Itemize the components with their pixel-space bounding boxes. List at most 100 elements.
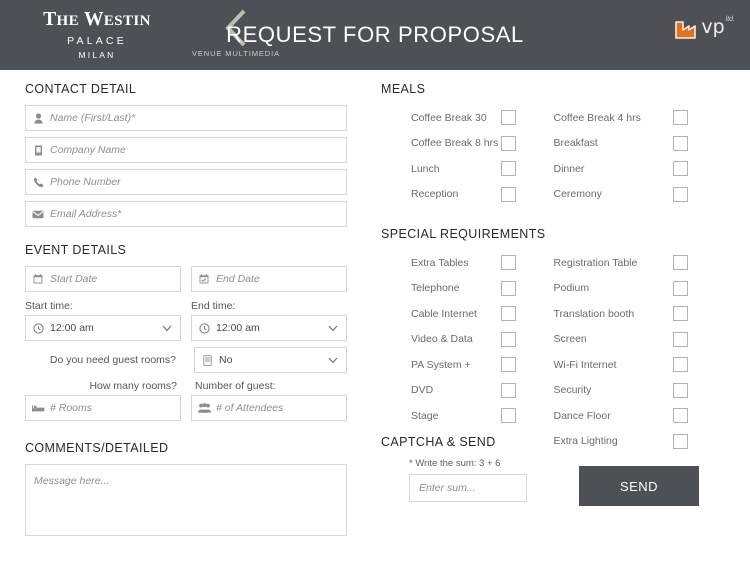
name-field[interactable]: Name (First/Last)* xyxy=(25,105,347,131)
checkbox-row[interactable]: Ceremony xyxy=(554,182,727,208)
chevron-down-icon xyxy=(328,351,338,369)
captcha-input[interactable]: Enter sum... xyxy=(409,474,527,502)
checkbox-row[interactable]: Extra Lighting xyxy=(554,429,727,455)
checkbox-label: Telephone xyxy=(411,282,460,295)
checkbox[interactable] xyxy=(500,331,516,347)
checkbox-row[interactable]: Coffee Break 8 hrs xyxy=(381,131,554,157)
special-requirements-heading: SPECIAL REQUIREMENTS xyxy=(381,227,546,241)
rooms-field[interactable]: # Rooms xyxy=(25,395,181,421)
comments-textarea[interactable]: Message here... xyxy=(25,464,347,536)
checkbox-label: Lunch xyxy=(411,162,440,175)
group-people-icon xyxy=(192,403,216,413)
brand-city: MILAN xyxy=(78,50,116,61)
captcha-block: * Write the sum: 3 + 6 Enter sum... xyxy=(381,458,571,502)
vp-logo[interactable]: vp ltd. xyxy=(674,16,735,42)
guest-rooms-select[interactable]: No xyxy=(194,347,347,373)
venue-multimedia-link[interactable]: VENUE MULTIMEDIA xyxy=(186,8,286,58)
checkbox[interactable] xyxy=(500,357,516,373)
checkbox-row[interactable]: Translation booth xyxy=(554,301,727,327)
checkbox[interactable] xyxy=(500,110,516,126)
checkbox-row[interactable]: Video & Data xyxy=(381,327,554,353)
checkbox-label: Security xyxy=(553,384,592,397)
checkbox[interactable] xyxy=(673,382,688,398)
checkbox[interactable] xyxy=(673,357,688,373)
calendar-check-icon xyxy=(192,274,216,284)
checkbox[interactable] xyxy=(500,280,516,296)
checkbox[interactable] xyxy=(673,306,688,322)
attendees-field[interactable]: # of Attendees xyxy=(191,395,347,421)
checkbox-row[interactable]: Extra Tables xyxy=(381,250,554,276)
checkbox-row[interactable]: Telephone xyxy=(381,276,554,302)
checkbox-row[interactable]: Coffee Break 4 hrs xyxy=(554,105,727,131)
rooms-guests-input-row: # Rooms # of Attendees xyxy=(25,395,347,427)
rooms-guests-label-row: How many rooms? Number of guest: xyxy=(25,373,347,395)
checkbox[interactable] xyxy=(673,280,688,296)
end-time-select[interactable]: 12:00 am xyxy=(191,315,347,341)
checkbox-label: Cable Internet xyxy=(411,307,477,320)
checkbox-row[interactable]: Lunch xyxy=(381,156,554,182)
checkbox[interactable] xyxy=(500,382,516,398)
checkbox-label: Stage xyxy=(411,409,439,422)
checkbox[interactable] xyxy=(673,255,688,271)
checkbox-label: Extra Tables xyxy=(411,256,469,269)
start-date-field[interactable]: Start Date xyxy=(25,266,181,292)
end-date-placeholder: End Date xyxy=(216,273,260,285)
how-many-rooms-label: How many rooms? xyxy=(89,380,177,392)
checkbox[interactable] xyxy=(673,408,688,424)
checkbox[interactable] xyxy=(500,161,516,177)
end-time-label: End time: xyxy=(191,300,236,312)
room-icon xyxy=(195,354,219,366)
send-button[interactable]: SEND xyxy=(579,466,699,506)
checkbox[interactable] xyxy=(673,110,688,126)
checkbox[interactable] xyxy=(500,135,516,151)
checkbox[interactable] xyxy=(673,186,688,202)
checkbox[interactable] xyxy=(500,408,516,424)
vp-logo-superscript: ltd. xyxy=(725,16,735,23)
checkbox[interactable] xyxy=(673,331,688,347)
special-requirements-checkbox-grid: Extra Tables Registration Table Telephon… xyxy=(381,250,726,454)
number-of-guest-label: Number of guest: xyxy=(195,380,276,392)
email-field[interactable]: Email Address* xyxy=(25,201,347,227)
phone-field[interactable]: Phone Number xyxy=(25,169,347,195)
brand-property: PALACE xyxy=(67,35,127,48)
checkbox-row[interactable]: Podium xyxy=(554,276,727,302)
checkbox[interactable] xyxy=(500,186,516,202)
checkbox-row[interactable]: Dance Floor xyxy=(554,403,727,429)
checkbox[interactable] xyxy=(500,306,516,322)
checkbox-row[interactable]: Breakfast xyxy=(554,131,727,157)
guest-rooms-row: Do you need guest rooms? No xyxy=(25,347,347,373)
checkbox-row[interactable]: Wi-Fi Internet xyxy=(554,352,727,378)
checkbox-row[interactable]: Dinner xyxy=(554,156,727,182)
checkbox-row[interactable]: Stage xyxy=(381,403,554,429)
checkbox-row[interactable]: Reception xyxy=(381,182,554,208)
checkbox-label: Dinner xyxy=(553,162,585,175)
checkbox[interactable] xyxy=(673,161,688,177)
vp-logo-text: vp xyxy=(701,16,725,38)
checkbox-row[interactable]: Security xyxy=(554,378,727,404)
checkbox-row[interactable]: Registration Table xyxy=(554,250,727,276)
checkbox-label: Wi-Fi Internet xyxy=(553,358,617,371)
building-icon xyxy=(26,145,50,156)
checkbox-row[interactable]: Coffee Break 30 xyxy=(381,105,554,131)
checkbox-row[interactable]: Cable Internet xyxy=(381,301,554,327)
start-time-select[interactable]: 12:00 am xyxy=(25,315,181,341)
checkbox[interactable] xyxy=(673,433,688,449)
comments-placeholder: Message here... xyxy=(34,475,110,487)
checkbox-label: Ceremony xyxy=(553,188,602,201)
checkbox-label: Video & Data xyxy=(411,333,473,346)
captcha-placeholder: Enter sum... xyxy=(419,482,476,494)
checkbox-label: Translation booth xyxy=(553,307,635,320)
checkbox-row[interactable]: PA System + xyxy=(381,352,554,378)
checkbox[interactable] xyxy=(673,135,688,151)
hotel-brand-logo: THE WESTIN PALACE MILAN xyxy=(22,9,172,61)
checkbox-row[interactable]: Screen xyxy=(554,327,727,353)
checkbox[interactable] xyxy=(500,255,516,271)
contact-detail-heading: CONTACT DETAIL xyxy=(25,82,137,96)
checkbox-label: Coffee Break 8 hrs xyxy=(411,137,499,150)
vp-factory-icon xyxy=(675,21,697,39)
checkbox-label: PA System + xyxy=(411,358,471,371)
event-details-heading: EVENT DETAILS xyxy=(25,243,127,257)
company-field[interactable]: Company Name xyxy=(25,137,347,163)
end-date-field[interactable]: End Date xyxy=(191,266,347,292)
checkbox-row[interactable]: DVD xyxy=(381,378,554,404)
